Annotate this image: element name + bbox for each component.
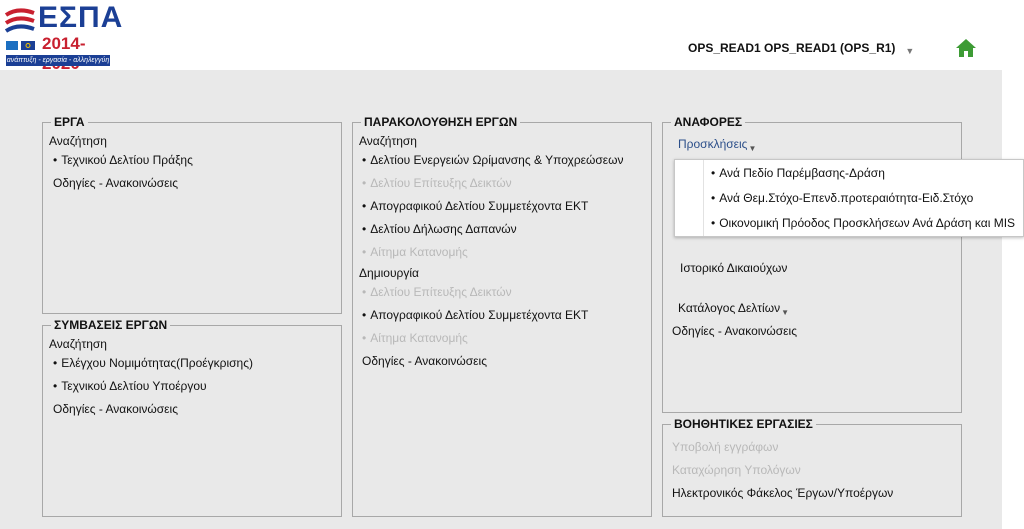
chevron-down-icon: ▼	[781, 308, 789, 317]
parakolouthisi-create-label: Δημιουργία	[359, 266, 419, 280]
parakolouthisi-link-expenses[interactable]: • Δελτίου Δήλωσης Δαπανών	[362, 222, 517, 236]
top-header: ΕΣΠΑ 2014-2020 ανάπτυξη - εργασία - αλλη…	[0, 0, 1003, 73]
symvaseis-guides-link[interactable]: Οδηγίες - Ανακοινώσεις	[53, 402, 178, 416]
proskliseis-dropdown: • Ανά Πεδίο Παρέμβασης-Δράση • Ανά Θεμ.Στό…	[674, 159, 1024, 237]
espa-logo: ΕΣΠΑ 2014-2020 ανάπτυξη - εργασία - αλλη…	[4, 1, 122, 73]
erga-link-technical-sheet[interactable]: • Τεχνικού Δελτίου Πράξης	[53, 153, 193, 167]
proskliseis-menu[interactable]: Προσκλήσεις▼	[678, 137, 757, 153]
parakolouthisi-search-label: Αναζήτηση	[359, 134, 417, 148]
parakolouthisi-link-maturation[interactable]: • Δελτίου Ενεργειών Ωρίμανσης & Υποχρεώσε…	[362, 153, 624, 167]
panel-parakolouthisi-title: ΠΑΡΑΚΟΛΟΥΘΗΣΗ ΕΡΓΩΝ	[364, 115, 518, 129]
dropdown-item-pedio[interactable]: • Ανά Πεδίο Παρέμβασης-Δράση	[711, 166, 885, 180]
right-margin	[1002, 0, 1024, 529]
panel-symvaseis-title: ΣΥΜΒΑΣΕΙΣ ΕΡΓΩΝ	[54, 318, 168, 332]
home-icon[interactable]	[955, 38, 977, 58]
panel-erga-title: ΕΡΓΑ	[54, 115, 85, 129]
logo-tagline: ανάπτυξη - εργασία - αλληλεγγύη	[6, 55, 110, 66]
create-link-allocation: • Αίτημα Κατανομής	[362, 331, 468, 345]
panel-voithitikes-title: ΒΟΗΘΗΤΙΚΕΣ ΕΡΓΑΣΙΕΣ	[674, 417, 813, 431]
erga-search-label: Αναζήτηση	[49, 134, 107, 148]
create-link-indicators: • Δελτίου Επίτευξης Δεικτών	[362, 285, 512, 299]
chevron-down-icon: ▼	[748, 144, 757, 153]
symvaseis-link-legality[interactable]: • Ελέγχου Νομιμότητας(Προέγκρισης)	[53, 356, 253, 370]
symvaseis-search-label: Αναζήτηση	[49, 337, 107, 351]
parakolouthisi-link-allocation: • Αίτημα Κατανομής	[362, 245, 468, 259]
symvaseis-link-subproject[interactable]: • Τεχνικού Δελτίου Υποέργου	[53, 379, 207, 393]
panel-anafores-title: ΑΝΑΦΟΡΕΣ	[674, 115, 743, 129]
dropdown-item-oikonomiki[interactable]: • Οικονομική Πρόοδος Προσκλήσεων Ανά Δράσ…	[711, 216, 1015, 230]
chevron-down-icon: ▼	[905, 46, 915, 56]
dropdown-item-themstoxos[interactable]: • Ανά Θεμ.Στόχο-Επενδ.προτεραιότητα-Ειδ.Σ…	[711, 191, 973, 205]
create-link-ekt-participant[interactable]: • Απογραφικού Δελτίου Συμμετέχοντα ΕΚΤ	[362, 308, 588, 322]
katalogos-deltion-menu[interactable]: Κατάλογος Δελτίων▼	[678, 301, 789, 317]
logo-years: 2014-2020	[42, 34, 86, 73]
voithitikes-link-accountables: Καταχώρηση Υπολόγων	[672, 463, 801, 477]
user-menu[interactable]: OPS_READ1 OPS_READ1 (OPS_R1) ▼	[688, 41, 915, 56]
voithitikes-link-upload: Υποβολή εγγράφων	[672, 440, 779, 454]
logo-title: ΕΣΠΑ	[38, 1, 124, 34]
parakolouthisi-link-ekt-participant[interactable]: • Απογραφικού Δελτίου Συμμετέχοντα ΕΚΤ	[362, 199, 588, 213]
istoriko-dikaiouxon-link[interactable]: Ιστορικό Δικαιούχων	[680, 261, 787, 275]
parakolouthisi-guides-link[interactable]: Οδηγίες - Ανακοινώσεις	[362, 354, 487, 368]
user-label: OPS_READ1 OPS_READ1 (OPS_R1)	[688, 41, 896, 55]
voithitikes-link-efolder[interactable]: Ηλεκτρονικός Φάκελος Έργων/Υποέργων	[672, 486, 893, 500]
dropdown-gutter	[675, 160, 704, 236]
parakolouthisi-link-indicators: • Δελτίου Επίτευξης Δεικτών	[362, 176, 512, 190]
espa-wave-icon	[4, 8, 35, 50]
anafores-guides-link[interactable]: Οδηγίες - Ανακοινώσεις	[672, 324, 797, 338]
erga-guides-link[interactable]: Οδηγίες - Ανακοινώσεις	[53, 176, 178, 190]
